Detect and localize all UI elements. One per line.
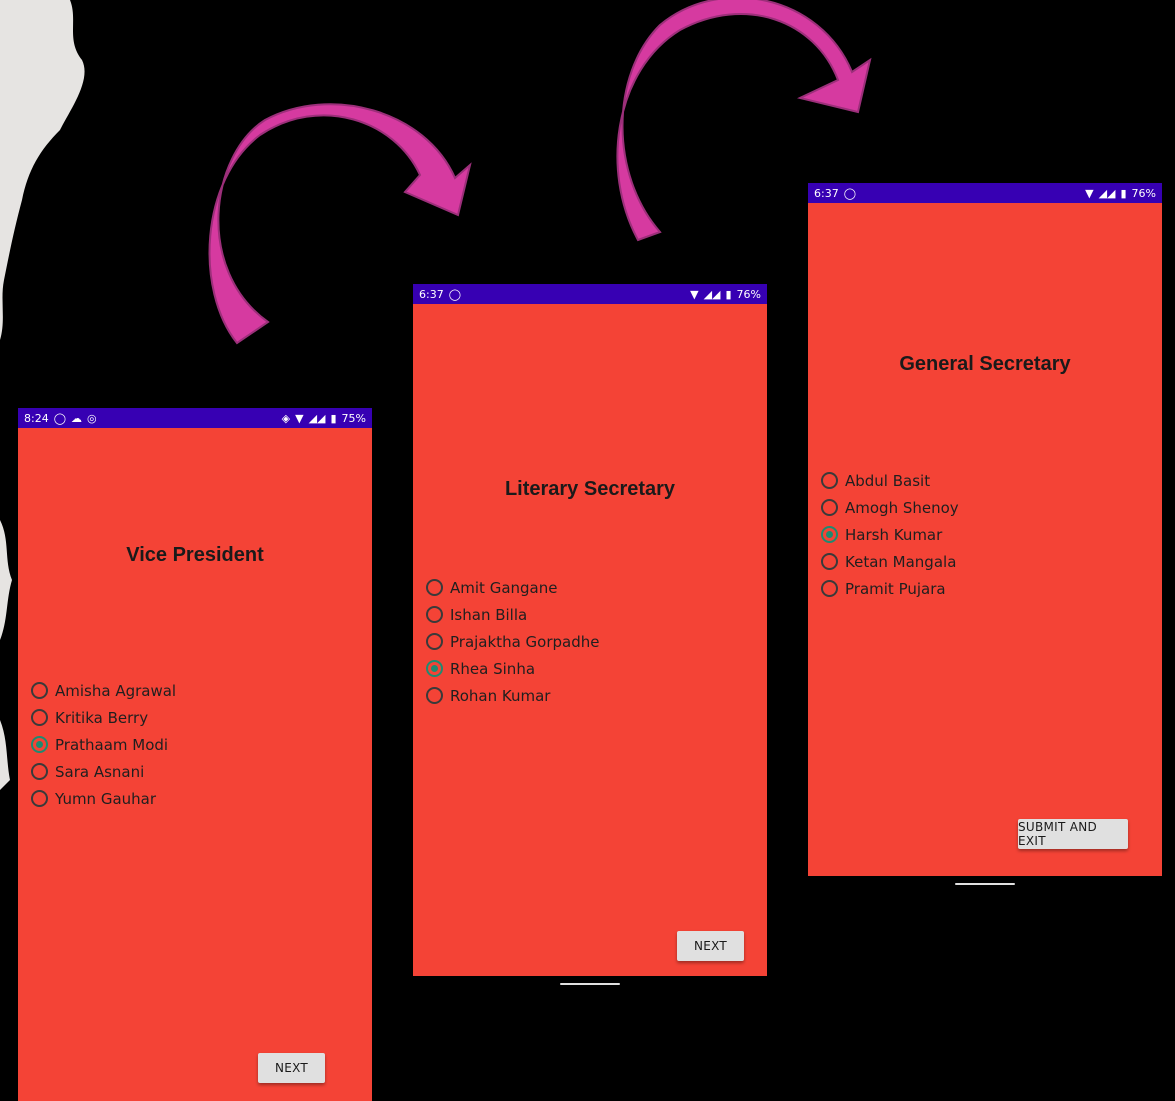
status-bar: 6:37 ◯ ▼ ◢◢ ▮ 76% [413, 284, 767, 304]
radio-option-label: Amisha Agrawal [55, 681, 177, 700]
radio-unchecked-icon[interactable] [31, 709, 48, 726]
radio-option-label: Amogh Shenoy [845, 498, 959, 517]
general-secretary-screen: 6:37 ◯ ▼ ◢◢ ▮ 76% General Secretary Abdu… [808, 183, 1162, 876]
battery-percent: 76% [736, 287, 761, 301]
radio-unchecked-icon[interactable] [426, 579, 443, 596]
radio-option-label: Yumn Gauhar [55, 789, 157, 808]
viber-icon: ◯ [843, 186, 857, 200]
radio-unchecked-icon[interactable] [821, 499, 838, 516]
next-button[interactable]: NEXT [258, 1053, 325, 1083]
radio-unchecked-icon[interactable] [426, 687, 443, 704]
radio-checked-icon[interactable] [31, 736, 48, 753]
battery-icon: ▮ [1120, 186, 1127, 200]
radio-option[interactable]: Yumn Gauhar [31, 785, 176, 812]
signal-icon: ◢◢ [703, 287, 721, 301]
page-title: General Secretary [899, 353, 1071, 375]
page-title: Literary Secretary [504, 478, 676, 500]
radio-option[interactable]: Ketan Mangala [821, 548, 959, 575]
radio-option-label: Ketan Mangala [845, 552, 957, 571]
battery-percent: 76% [1131, 186, 1156, 200]
signal-icon: ◢◢ [308, 411, 326, 425]
radio-option[interactable]: Kritika Berry [31, 704, 176, 731]
status-bar: 6:37 ◯ ▼ ◢◢ ▮ 76% [808, 183, 1162, 203]
vice-president-screen: 8:24 ◯ ☁ ◎ ◈ ▼ ◢◢ ▮ 75% Vice President A… [18, 408, 372, 1101]
radio-unchecked-icon[interactable] [426, 633, 443, 650]
radio-option-label: Pramit Pujara [845, 579, 946, 598]
gesture-nav-bar[interactable] [560, 983, 620, 985]
radio-option-label: Prajaktha Gorpadhe [450, 632, 600, 651]
radio-option-label: Abdul Basit [845, 471, 931, 490]
radio-unchecked-icon[interactable] [31, 790, 48, 807]
wifi-icon: ▼ [690, 287, 699, 301]
radio-option[interactable]: Rhea Sinha [426, 655, 599, 682]
viber-icon: ◯ [448, 287, 462, 301]
vibrate-icon: ◈ [281, 411, 291, 425]
candidate-radio-group: Amisha Agrawal Kritika Berry Prathaam Modi… [31, 677, 176, 812]
radio-unchecked-icon[interactable] [821, 580, 838, 597]
radio-option[interactable]: Pramit Pujara [821, 575, 959, 602]
radio-option-label: Prathaam Modi [55, 735, 169, 754]
next-button[interactable]: NEXT [677, 931, 744, 961]
cloud-icon: ☁ [71, 411, 83, 425]
radio-unchecked-icon[interactable] [426, 606, 443, 623]
radio-option-label: Ishan Billa [450, 605, 528, 624]
whatsapp-icon: ◯ [53, 411, 67, 425]
radio-unchecked-icon[interactable] [821, 553, 838, 570]
battery-icon: ▮ [330, 411, 337, 425]
status-bar: 8:24 ◯ ☁ ◎ ◈ ▼ ◢◢ ▮ 75% [18, 408, 372, 428]
radio-option-label: Harsh Kumar [845, 525, 943, 544]
radio-option[interactable]: Amogh Shenoy [821, 494, 959, 521]
signal-icon: ◢◢ [1098, 186, 1116, 200]
radio-option[interactable]: Prajaktha Gorpadhe [426, 628, 599, 655]
sync-icon: ◎ [87, 411, 97, 425]
clock: 6:37 [814, 186, 839, 200]
radio-option[interactable]: Sara Asnani [31, 758, 176, 785]
radio-option[interactable]: Abdul Basit [821, 467, 959, 494]
radio-option[interactable]: Ishan Billa [426, 601, 599, 628]
radio-checked-icon[interactable] [426, 660, 443, 677]
candidate-radio-group: Abdul Basit Amogh Shenoy Harsh Kumar Ketan … [821, 467, 959, 602]
radio-option-label: Kritika Berry [55, 708, 149, 727]
radio-option[interactable]: Harsh Kumar [821, 521, 959, 548]
candidate-radio-group: Amit Gangane Ishan Billa Prajaktha Gorpadh… [426, 574, 599, 709]
radio-option[interactable]: Prathaam Modi [31, 731, 176, 758]
submit-and-exit-button[interactable]: SUBMIT AND EXIT [1018, 819, 1128, 849]
radio-option[interactable]: Rohan Kumar [426, 682, 599, 709]
radio-option-label: Rhea Sinha [450, 659, 536, 678]
radio-unchecked-icon[interactable] [31, 682, 48, 699]
radio-option-label: Sara Asnani [55, 762, 145, 781]
radio-option-label: Rohan Kumar [450, 686, 551, 705]
gesture-nav-bar[interactable] [955, 883, 1015, 885]
radio-option-label: Amit Gangane [450, 578, 558, 597]
clock: 8:24 [24, 411, 49, 425]
radio-unchecked-icon[interactable] [31, 763, 48, 780]
clock: 6:37 [419, 287, 444, 301]
battery-icon: ▮ [725, 287, 732, 301]
radio-checked-icon[interactable] [821, 526, 838, 543]
literary-secretary-screen: 6:37 ◯ ▼ ◢◢ ▮ 76% Literary Secretary Ami… [413, 284, 767, 976]
battery-percent: 75% [341, 411, 366, 425]
radio-unchecked-icon[interactable] [821, 472, 838, 489]
radio-option[interactable]: Amisha Agrawal [31, 677, 176, 704]
radio-option[interactable]: Amit Gangane [426, 574, 599, 601]
wifi-icon: ▼ [295, 411, 304, 425]
page-title: Vice President [126, 544, 264, 566]
wifi-icon: ▼ [1085, 186, 1094, 200]
